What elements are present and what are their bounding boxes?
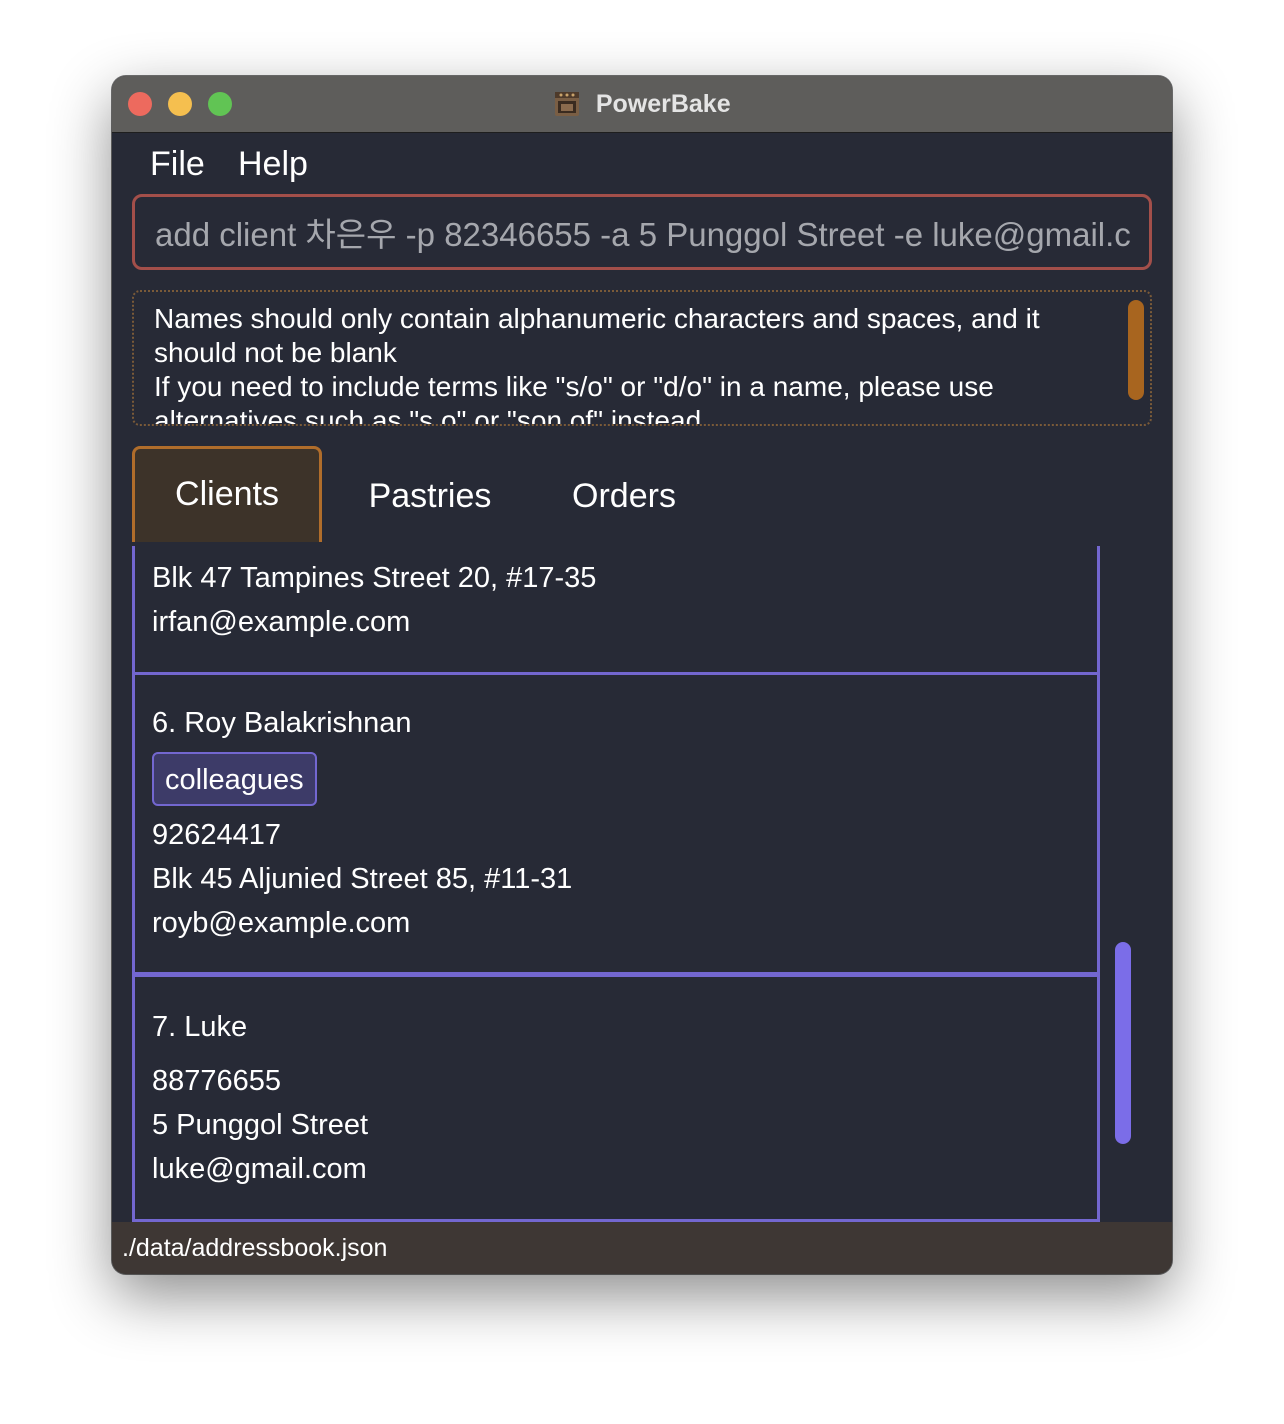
tab-bar: Clients Pastries Orders	[132, 446, 1152, 542]
menu-help[interactable]: Help	[238, 145, 308, 184]
client-card[interactable]: Blk 47 Tampines Street 20, #17-35 irfan@…	[135, 546, 1097, 674]
client-address: Blk 47 Tampines Street 20, #17-35	[152, 562, 597, 594]
tab-pastries[interactable]: Pastries	[340, 446, 520, 542]
client-address: Blk 45 Aljunied Street 85, #11-31	[152, 863, 573, 895]
client-email: irfan@example.com	[152, 606, 411, 638]
result-scrollbar[interactable]	[1128, 300, 1144, 400]
result-display: Names should only contain alphanumeric c…	[132, 290, 1152, 426]
window-title-text: PowerBake	[595, 90, 731, 118]
client-email: royb@example.com	[152, 907, 411, 939]
client-card[interactable]: 6. Roy Balakrishnan colleagues 92624417 …	[135, 675, 1097, 973]
client-list-scrollbar[interactable]	[1115, 942, 1131, 1144]
status-bar: ./data/addressbook.json	[112, 1222, 1172, 1274]
menu-bar: File Help	[112, 133, 1172, 195]
app-window: PowerBake File Help Names should only co…	[112, 76, 1172, 1274]
title-bar: PowerBake	[112, 76, 1172, 133]
client-name: 7. Luke	[152, 1011, 248, 1043]
command-box[interactable]	[132, 194, 1152, 270]
client-list[interactable]: Blk 47 Tampines Street 20, #17-35 irfan@…	[132, 546, 1100, 1222]
client-phone: 92624417	[152, 819, 282, 851]
command-input[interactable]	[155, 197, 1130, 267]
oven-icon	[555, 92, 580, 116]
data-file-path: ./data/addressbook.json	[122, 1234, 388, 1262]
window-title: PowerBake	[112, 88, 1172, 120]
client-name: 6. Roy Balakrishnan	[152, 707, 412, 739]
tab-clients[interactable]: Clients	[132, 446, 322, 542]
client-tag: colleagues	[152, 752, 317, 806]
client-email: luke@gmail.com	[152, 1153, 367, 1185]
tab-orders[interactable]: Orders	[534, 446, 714, 542]
result-message: Names should only contain alphanumeric c…	[154, 303, 1040, 426]
menu-file[interactable]: File	[150, 145, 205, 184]
client-address: 5 Punggol Street	[152, 1109, 369, 1141]
client-phone: 88776655	[152, 1065, 282, 1097]
client-card[interactable]: 7. Luke 88776655 5 Punggol Street luke@g…	[135, 977, 1097, 1222]
